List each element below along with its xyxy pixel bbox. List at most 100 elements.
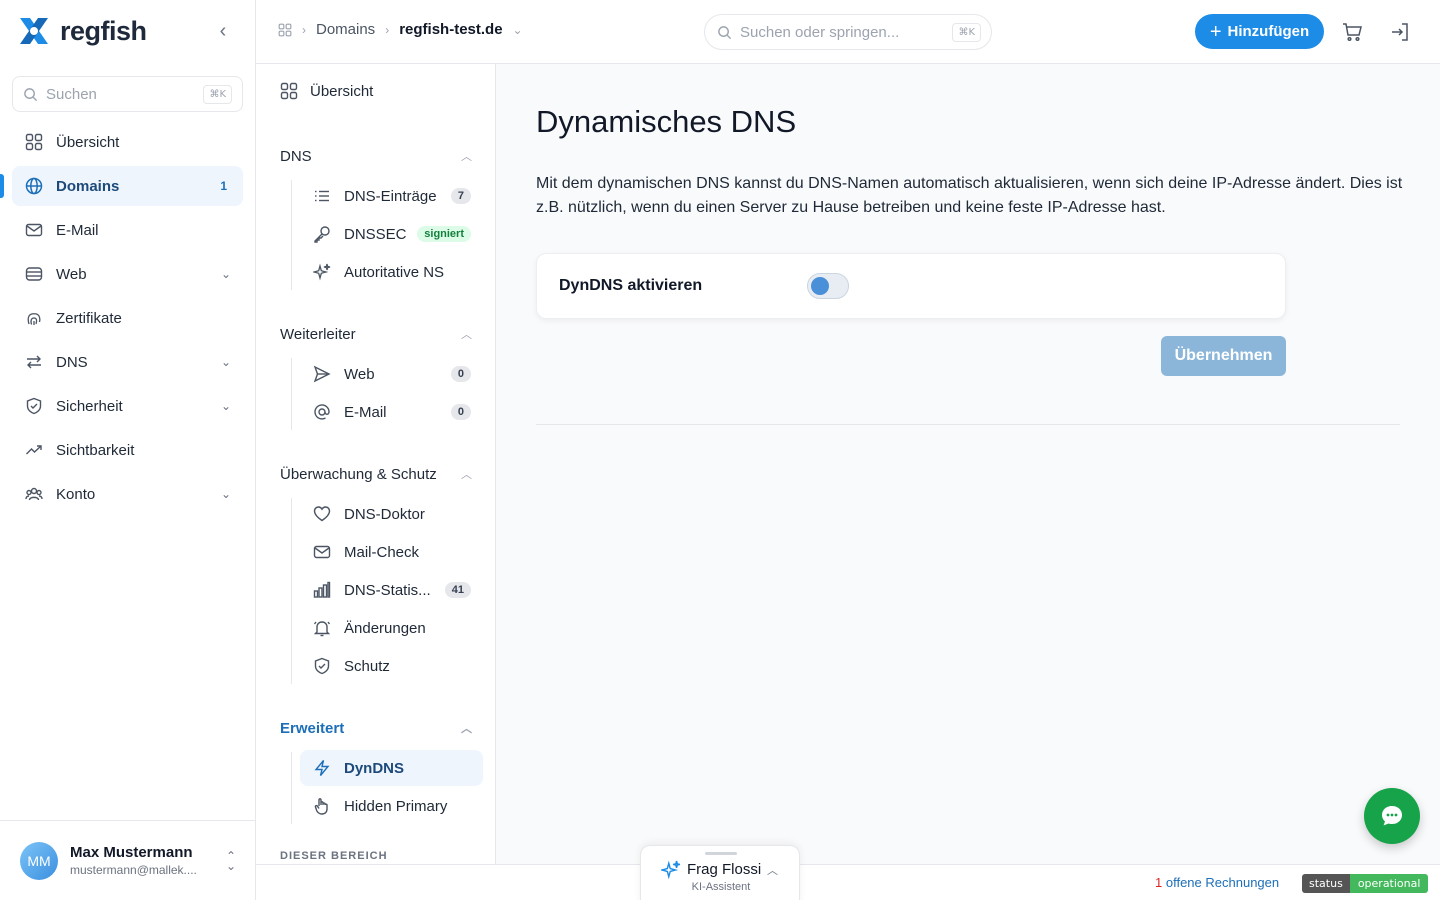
grid-icon [24,132,44,152]
nav-item-label: E-Mail [56,221,99,239]
user-name: Max Mustermann [70,844,193,861]
subnav-item-dnssec[interactable]: DNSSEC signiert [300,216,483,252]
subnav-item-hidden-primary[interactable]: Hidden Primary [300,788,483,824]
subnav-item-email-forwarder[interactable]: E-Mail 0 [300,394,483,430]
sparkles-icon [312,262,332,282]
global-search-input[interactable]: Suchen oder springen... ⌘K [704,14,992,50]
logout-icon[interactable] [1389,21,1411,43]
subnav-item-label: DNS-Doktor [344,505,425,523]
breadcrumb-domain-select[interactable]: regfish-test.de [399,21,502,38]
list-icon [312,186,332,206]
group-divider [291,752,292,824]
chevron-up-icon: ︿ [461,469,472,481]
subnav-group-dns[interactable]: DNS ︿ [280,148,472,165]
subnav-item-protection[interactable]: Schutz [300,648,483,684]
breadcrumb-domains[interactable]: Domains [316,21,375,38]
chevron-down-icon: ⌄ [220,487,231,501]
dyndns-settings-card: DynDNS aktivieren [536,253,1286,319]
nav-item-dns[interactable]: DNS ⌄ [12,342,243,382]
breadcrumb: › Domains › regfish-test.de ⌄ [278,21,523,38]
subnav-overview[interactable]: Übersicht [280,82,373,100]
subnav-group-forwarders[interactable]: Weiterleiter ︿ [280,326,472,343]
chevron-up-down-icon[interactable]: ⌃ ⌄ [226,850,236,872]
cart-icon[interactable] [1341,21,1363,43]
chevron-down-icon: ⌄ [220,267,231,281]
subnav-item-dns-records[interactable]: DNS-Einträge 7 [300,178,483,214]
trend-icon [24,440,44,460]
subnav-item-dyndns[interactable]: DynDNS [300,750,483,786]
subnav-item-label: Änderungen [344,619,426,637]
subnav-item-label: Hidden Primary [344,797,448,815]
footer: 1 offene Rechnungen status operational [256,864,1440,900]
nav-item-visibility[interactable]: Sichtbarkeit [12,430,243,470]
nav-item-label: Konto [56,485,96,503]
nav-item-domains[interactable]: Domains 1 [0,166,243,206]
apply-button[interactable]: Übernehmen [1161,336,1286,376]
subnav-group-monitoring[interactable]: Überwachung & Schutz ︿ [280,466,472,483]
nav-item-security[interactable]: Sicherheit ⌄ [12,386,243,426]
collapse-sidebar-icon[interactable]: ‹ [212,20,234,42]
invoice-count: 1 [1155,875,1163,890]
group-title: Überwachung & Schutz [280,466,437,483]
nav-item-label: Sichtbarkeit [56,441,135,459]
subnav-item-label: DNS-Statis... [344,581,431,599]
subnav-group-advanced[interactable]: Erweitert ︿ [280,720,472,737]
nav-item-label: Zertifikate [56,309,122,327]
logo[interactable]: regfish [16,14,147,48]
grid-icon[interactable] [278,23,292,37]
subnav-item-label: Mail-Check [344,543,420,561]
fingerprint-icon [24,308,44,328]
brand-name: regfish [60,15,147,46]
nav-item-label: Sicherheit [56,397,123,415]
subnav-item-label: Schutz [344,657,390,675]
main-nav: Übersicht Domains 1 E-Mail Web ⌄ Zertifi… [0,122,243,518]
user-info: Max Mustermann mustermann@mallek.... [70,844,226,877]
chat-button[interactable] [1364,788,1420,844]
chevron-up-icon[interactable]: ︿ [767,862,778,878]
subnav-item-changes[interactable]: Änderungen [300,610,483,646]
shortcut-badge: ⌘K [203,84,232,104]
add-button[interactable]: + Hinzufügen [1195,14,1324,49]
nav-item-label: Übersicht [56,133,120,151]
subnav-item-label: Web [344,365,375,383]
subnav-overview-label: Übersicht [310,82,374,100]
nav-item-account[interactable]: Konto ⌄ [12,474,243,514]
chevron-down-icon[interactable]: ⌄ [513,23,523,37]
subnav-item-dns-doctor[interactable]: DNS-Doktor [300,496,483,532]
nav-item-certificates[interactable]: Zertifikate [12,298,243,338]
nav-item-email[interactable]: E-Mail [12,210,243,250]
dyndns-toggle[interactable] [807,273,849,299]
section-caption: DIESER BEREICH [280,850,388,862]
sidebar-search-placeholder: Suchen [46,85,97,103]
status-value: operational [1349,874,1429,893]
mail-icon [312,542,332,562]
topbar: › Domains › regfish-test.de ⌄ Suchen ode… [256,0,1440,64]
chevron-up-icon: ︿ [461,151,472,163]
key-icon [312,224,332,244]
global-search-placeholder: Suchen oder springen... [740,23,900,41]
user-menu[interactable]: MM Max Mustermann mustermann@mallek.... … [0,820,256,900]
server-icon [24,264,44,284]
sidebar-search-input[interactable]: Suchen ⌘K [12,76,243,112]
hand-icon [312,796,332,816]
domain-subnav: Übersicht DNS ︿ DNS-Einträge 7 DNSSEC si… [256,64,496,864]
sparkles-icon [661,860,681,880]
nav-item-overview[interactable]: Übersicht [12,122,243,162]
subnav-item-web-forwarder[interactable]: Web 0 [300,356,483,392]
status-label: status [1302,874,1350,893]
count-badge: 41 [444,582,471,598]
sidebar: regfish ‹ Suchen ⌘K Übersicht Domains 1 … [0,0,256,900]
chart-icon [312,580,332,600]
ai-assistant-panel[interactable]: Frag Flossi ︿ KI-Assistent [640,845,800,900]
group-divider [291,358,292,430]
drag-handle[interactable] [705,852,737,855]
chevron-up-icon: ︿ [461,329,472,341]
subnav-item-authoritative-ns[interactable]: Autoritative NS [300,254,483,290]
subnav-item-dns-statistics[interactable]: DNS-Statis... 41 [300,572,483,608]
status-badge[interactable]: status operational [1302,874,1429,893]
divider [536,424,1400,425]
nav-item-web[interactable]: Web ⌄ [12,254,243,294]
subnav-item-mail-check[interactable]: Mail-Check [300,534,483,570]
open-invoices-link[interactable]: 1 offene Rechnungen [1155,875,1279,890]
nav-item-label: DNS [56,353,88,371]
